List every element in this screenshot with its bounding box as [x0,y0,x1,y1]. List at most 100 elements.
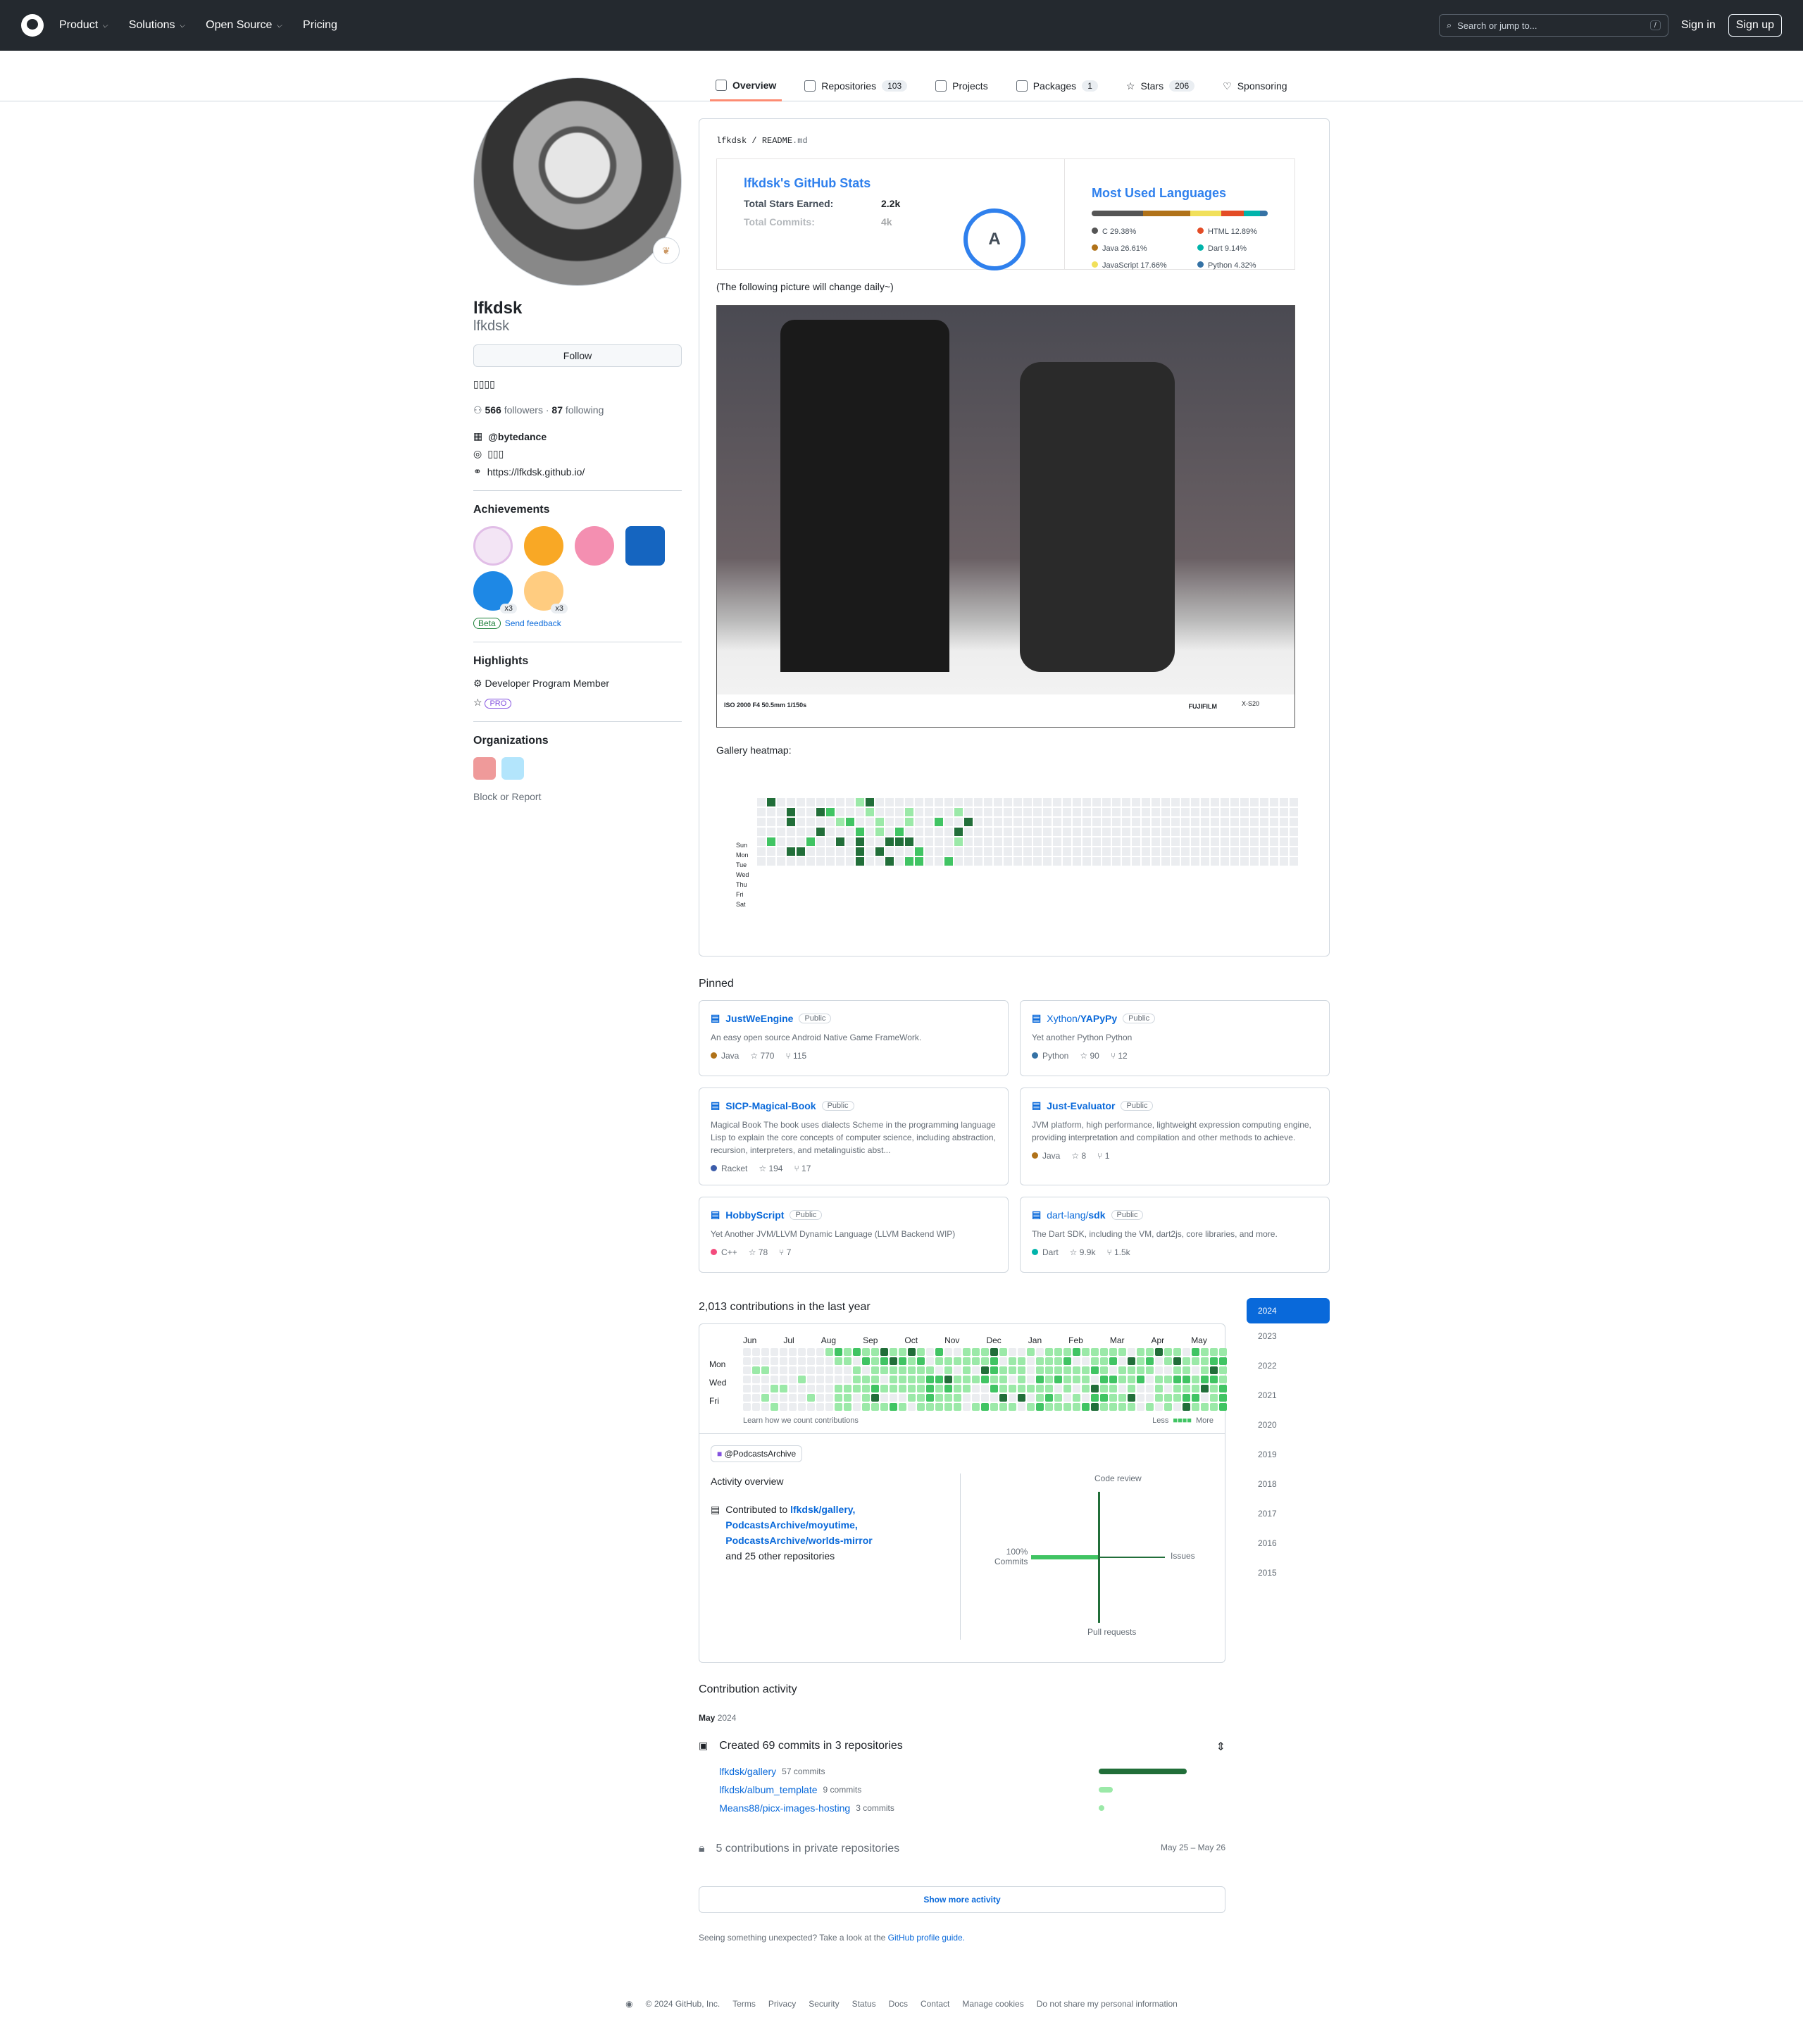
heatmap-cell[interactable] [797,808,805,816]
calendar-day[interactable] [761,1376,769,1383]
calendar-day[interactable] [1045,1385,1053,1392]
calendar-day[interactable] [1091,1403,1099,1411]
heatmap-cell[interactable] [1033,798,1042,806]
calendar-day[interactable] [1100,1348,1108,1356]
calendar-day[interactable] [816,1366,824,1374]
calendar-day[interactable] [1137,1394,1144,1402]
calendar-day[interactable] [1036,1385,1044,1392]
calendar-day[interactable] [1054,1366,1062,1374]
calendar-day[interactable] [1073,1357,1080,1365]
calendar-day[interactable] [999,1403,1007,1411]
heatmap-cell[interactable] [856,837,864,846]
heatmap-cell[interactable] [757,828,766,836]
heatmap-cell[interactable] [846,798,854,806]
calendar-day[interactable] [917,1394,925,1402]
calendar-day[interactable] [844,1366,851,1374]
calendar-day[interactable] [835,1348,842,1356]
repo-link[interactable]: PodcastsArchive/moyutime, [725,1519,858,1531]
calendar-day[interactable] [798,1403,806,1411]
calendar-day[interactable] [917,1357,925,1365]
calendar-day[interactable] [743,1348,751,1356]
calendar-day[interactable] [752,1394,760,1402]
heatmap-cell[interactable] [1102,828,1111,836]
heatmap-cell[interactable] [935,847,943,856]
heatmap-cell[interactable] [816,828,825,836]
calendar-day[interactable] [743,1403,751,1411]
heatmap-cell[interactable] [1240,857,1249,866]
heatmap-cell[interactable] [856,808,864,816]
calendar-day[interactable] [999,1366,1007,1374]
calendar-day[interactable] [1036,1357,1044,1365]
footer-link[interactable]: Manage cookies [962,1999,1023,2009]
calendar-day[interactable] [972,1394,980,1402]
year-link[interactable]: 2017 [1247,1501,1330,1531]
calendar-day[interactable] [1164,1403,1172,1411]
heatmap-cell[interactable] [1191,818,1199,826]
calendar-day[interactable] [853,1376,861,1383]
calendar-day[interactable] [871,1376,879,1383]
heatmap-cell[interactable] [1221,847,1229,856]
heatmap-cell[interactable] [1092,818,1101,826]
calendar-day[interactable] [780,1348,787,1356]
learn-link[interactable]: Learn how we count contributions [743,1416,859,1425]
heatmap-cell[interactable] [1161,837,1170,846]
heatmap-cell[interactable] [1132,847,1140,856]
heatmap-cell[interactable] [1132,798,1140,806]
calendar-day[interactable] [981,1366,989,1374]
heatmap-cell[interactable] [777,837,785,846]
heatmap-cell[interactable] [1132,857,1140,866]
block-report-link[interactable]: Block or Report [473,791,682,802]
tab-sponsoring[interactable]: ♡ Sponsoring [1217,70,1292,101]
calendar-day[interactable] [1219,1366,1227,1374]
calendar-day[interactable] [1027,1348,1035,1356]
heatmap-cell[interactable] [1102,847,1111,856]
tab-stars[interactable]: ☆ Stars 206 [1121,70,1200,101]
calendar-day[interactable] [816,1403,824,1411]
calendar-day[interactable] [890,1385,897,1392]
calendar-day[interactable] [1073,1403,1080,1411]
calendar-day[interactable] [1173,1403,1181,1411]
heatmap-cell[interactable] [1171,818,1180,826]
heatmap-cell[interactable] [1073,798,1081,806]
year-link[interactable]: 2023 [1247,1323,1330,1353]
heatmap-cell[interactable] [797,798,805,806]
heatmap-cell[interactable] [1112,828,1121,836]
calendar-day[interactable] [1118,1366,1126,1374]
calendar-day[interactable] [1100,1376,1108,1383]
calendar-day[interactable] [1109,1366,1117,1374]
heatmap-cell[interactable] [1230,847,1239,856]
heatmap-cell[interactable] [816,837,825,846]
repo-forks[interactable]: ⑂ 1.5k [1106,1247,1130,1257]
heatmap-cell[interactable] [1240,818,1249,826]
heatmap-cell[interactable] [866,847,874,856]
calendar-day[interactable] [844,1403,851,1411]
calendar-day[interactable] [798,1357,806,1365]
heatmap-cell[interactable] [1181,828,1190,836]
calendar-day[interactable] [1054,1403,1062,1411]
heatmap-cell[interactable] [905,847,913,856]
calendar-day[interactable] [908,1357,916,1365]
heatmap-cell[interactable] [1013,847,1022,856]
calendar-day[interactable] [917,1348,925,1356]
heatmap-cell[interactable] [1073,818,1081,826]
heatmap-cell[interactable] [1013,857,1022,866]
calendar-day[interactable] [880,1366,888,1374]
heatmap-cell[interactable] [1122,808,1130,816]
calendar-day[interactable] [981,1357,989,1365]
calendar-day[interactable] [816,1348,824,1356]
heatmap-cell[interactable] [1043,828,1052,836]
calendar-day[interactable] [963,1385,971,1392]
heatmap-cell[interactable] [994,808,1002,816]
heatmap-cell[interactable] [1250,808,1259,816]
calendar-day[interactable] [761,1357,769,1365]
heatmap-cell[interactable] [1211,847,1219,856]
calendar-day[interactable] [789,1385,797,1392]
heatmap-cell[interactable] [964,808,973,816]
repo-link[interactable]: lfkdsk/gallery, [790,1504,855,1515]
calendar-day[interactable] [771,1366,778,1374]
calendar-day[interactable] [1146,1376,1154,1383]
heatmap-cell[interactable] [895,818,904,826]
heatmap-cell[interactable] [806,828,815,836]
heatmap-cell[interactable] [994,818,1002,826]
calendar-day[interactable] [926,1394,934,1402]
